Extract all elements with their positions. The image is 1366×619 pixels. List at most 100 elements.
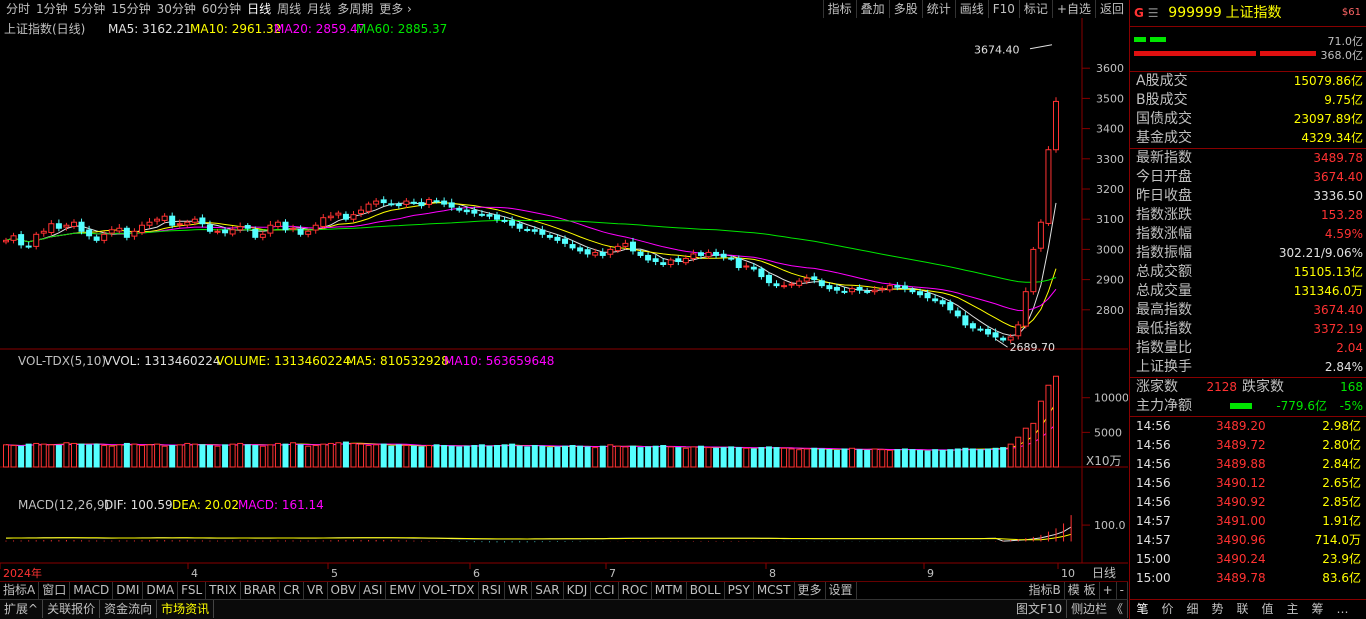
total-volume: 131346.0万 <box>1293 284 1363 298</box>
time-tick: 6 <box>473 567 480 580</box>
indicator-tab-roc[interactable]: ROC <box>619 582 652 599</box>
volume-bar <box>373 444 380 468</box>
tab-end[interactable]: … <box>1330 600 1355 618</box>
menu-icon[interactable]: ☰ <box>1148 6 1159 20</box>
period-3[interactable]: 15分钟 <box>108 0 153 18</box>
indicator-tab-brar[interactable]: BRAR <box>241 582 281 599</box>
period-2[interactable]: 5分钟 <box>71 0 109 18</box>
more-indicators[interactable]: 更多 <box>795 582 826 599</box>
tab-more[interactable]: 主 <box>1280 600 1305 618</box>
period-1[interactable]: 1分钟 <box>33 0 71 18</box>
window-tab[interactable]: 窗口 <box>39 582 71 599</box>
indicator-tab-asi[interactable]: ASI <box>360 582 387 599</box>
volume-bar <box>909 449 916 468</box>
indicator-tab-b[interactable]: 指标B <box>1026 582 1065 599</box>
template-tab[interactable]: 模 板 <box>1065 582 1100 599</box>
period-6[interactable]: 日线 <box>244 0 274 18</box>
vol-ma10-label: MA10: 563659648 <box>444 354 554 368</box>
sidebar-toggle[interactable]: 侧边栏 《 <box>1067 600 1128 618</box>
indicator-tab-sar[interactable]: SAR <box>532 582 564 599</box>
f10-button[interactable]: 图文F10 <box>1012 600 1068 618</box>
remove-window-button[interactable]: - <box>1117 582 1128 599</box>
toolbar-button-5[interactable]: F10 <box>987 0 1019 18</box>
indicator-tab-dma[interactable]: DMA <box>143 582 179 599</box>
toolbar-button-8[interactable]: 返回 <box>1094 0 1128 18</box>
period-9[interactable]: 多周期 <box>334 0 376 18</box>
settings-tab[interactable]: 设置 <box>826 582 857 599</box>
indicator-tab-psy[interactable]: PSY <box>725 582 754 599</box>
bond-turnover-label: 国债成交 <box>1136 111 1192 127</box>
indicator-tab-a[interactable]: 指标A <box>0 582 40 599</box>
volume-bar <box>849 447 856 468</box>
toolbar-button-1[interactable]: 叠加 <box>855 0 889 18</box>
period-5[interactable]: 60分钟 <box>199 0 244 18</box>
candle-body <box>123 227 130 238</box>
candle-body <box>463 209 470 213</box>
volume-bar <box>184 442 191 468</box>
period-label: 日线 <box>1092 566 1116 580</box>
volume-bar <box>282 443 289 468</box>
dea-label: DEA: 20.02 <box>172 498 239 512</box>
candle-body <box>969 323 976 329</box>
indicator-tab-cr[interactable]: CR <box>280 582 304 599</box>
candle-body <box>252 228 259 238</box>
toolbar-button-6[interactable]: 标记 <box>1018 0 1052 18</box>
candle-body <box>826 285 833 290</box>
volume-bar <box>131 443 138 468</box>
indicator-tab-trix[interactable]: TRIX <box>206 582 241 599</box>
indicator-tab-mcst[interactable]: MCST <box>754 582 795 599</box>
volume-bar <box>856 449 863 468</box>
market-news-tab[interactable]: 市场资讯 <box>157 600 215 618</box>
price-tick: 3100 <box>1096 213 1124 226</box>
toolbar-button-3[interactable]: 统计 <box>921 0 955 18</box>
indicator-tab-dmi[interactable]: DMI <box>113 582 144 599</box>
candle-body <box>554 236 561 241</box>
indicator-tab-macd[interactable]: MACD <box>70 582 114 599</box>
indicator-tab-mtm[interactable]: MTM <box>652 582 687 599</box>
indicator-tab-obv[interactable]: OBV <box>328 582 361 599</box>
indicator-tab-fsl[interactable]: FSL <box>178 582 207 599</box>
fund-flow-tab[interactable]: 资金流向 <box>100 600 158 618</box>
period-7[interactable]: 周线 <box>274 0 304 18</box>
period-4[interactable]: 30分钟 <box>154 0 199 18</box>
toolbar-button-0[interactable]: 指标 <box>822 0 856 18</box>
indicator-tab-rsi[interactable]: RSI <box>479 582 506 599</box>
add-window-button[interactable]: + <box>1100 582 1117 599</box>
tab-strokes[interactable]: 笔 <box>1130 600 1155 618</box>
indicator-tab-wr[interactable]: WR <box>505 582 533 599</box>
indicator-tab-emv[interactable]: EMV <box>386 582 420 599</box>
volume-bar <box>108 445 115 468</box>
tab-link[interactable]: 联 <box>1230 600 1255 618</box>
tab-detail[interactable]: 细 <box>1180 600 1205 618</box>
candle-body <box>18 234 25 246</box>
kline-chart-area[interactable]: 3600 3500 3400 3300 3200 3100 3000 2900 2800 100… <box>0 18 1128 580</box>
indicator-tab-kdj[interactable]: KDJ <box>564 582 592 599</box>
candle-body <box>494 214 501 220</box>
decliners: 168 <box>1340 380 1363 394</box>
time-tick: 10 <box>1061 567 1075 580</box>
indicator-tab-voltdx[interactable]: VOL-TDX <box>420 582 479 599</box>
index-name: 上证指数 <box>1225 5 1282 21</box>
period-0[interactable]: 分时 <box>3 0 33 18</box>
tab-trend[interactable]: 势 <box>1205 600 1230 618</box>
tick-list[interactable]: 14:56 3489.20 2.98亿 14:56 3489.72 2.80亿 14:56 3… <box>1130 417 1366 588</box>
toolbar-button-7[interactable]: +自选 <box>1051 0 1095 18</box>
volume-bar <box>645 446 652 468</box>
indicator-tab-cci[interactable]: CCI <box>591 582 619 599</box>
candle-body <box>584 249 591 255</box>
period-10[interactable]: 更多 › <box>376 0 415 18</box>
candle-body <box>728 257 735 260</box>
expand-button[interactable]: 扩展^ <box>0 600 44 618</box>
tab-price[interactable]: 价 <box>1155 600 1180 618</box>
tab-extra[interactable]: 筹 <box>1305 600 1330 618</box>
toolbar-button-2[interactable]: 多股 <box>888 0 922 18</box>
tab-value[interactable]: 值 <box>1255 600 1280 618</box>
volume-bar <box>509 443 516 468</box>
volume-bar <box>350 442 357 468</box>
toolbar-button-4[interactable]: 画线 <box>954 0 988 18</box>
indicator-tab-boll[interactable]: BOLL <box>687 582 725 599</box>
indicator-tab-vr[interactable]: VR <box>304 582 328 599</box>
candle-body <box>531 229 538 232</box>
period-8[interactable]: 月线 <box>304 0 334 18</box>
related-quotes-tab[interactable]: 关联报价 <box>43 600 101 618</box>
